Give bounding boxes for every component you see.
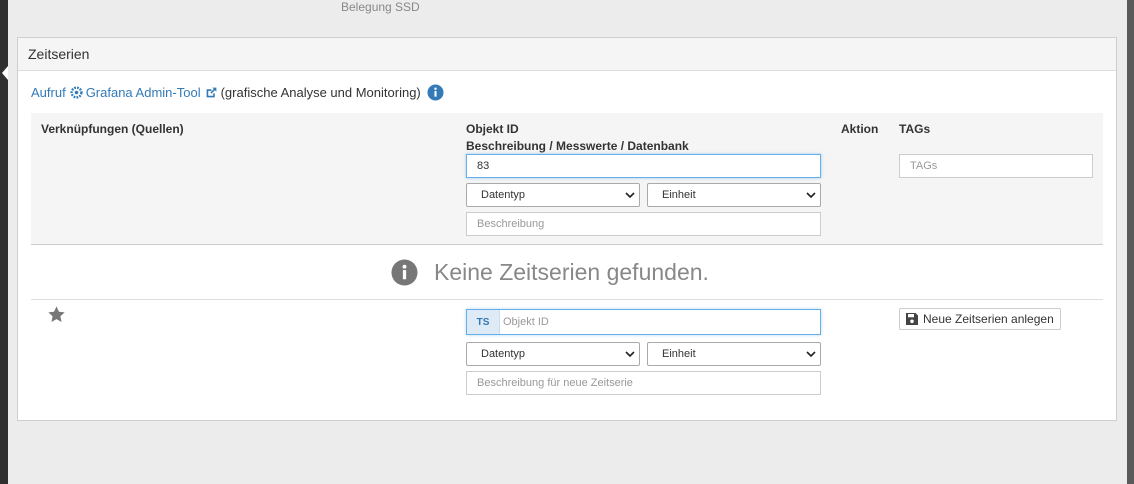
datentyp-selected: Datentyp <box>481 189 526 201</box>
info-icon[interactable] <box>427 84 444 101</box>
new-datentyp-selected: Datentyp <box>481 348 526 360</box>
chevron-down-icon <box>625 192 635 199</box>
datentyp-filter-select[interactable]: Datentyp <box>466 183 640 207</box>
einheit-filter-select[interactable]: Einheit <box>647 183 821 207</box>
beschreibung-filter-input[interactable] <box>466 212 821 236</box>
star-icon[interactable] <box>47 305 66 324</box>
empty-state: Keine Zeitserien gefunden. <box>391 259 709 286</box>
zeitserien-panel: Zeitserien Aufruf Grafana Admin-Tool (gr… <box>17 37 1117 421</box>
new-datentyp-select[interactable]: Datentyp <box>466 342 640 366</box>
new-timeseries-button-label: Neue Zeitserien anlegen <box>923 312 1054 326</box>
aufruf-description: (grafische Analyse und Monitoring) <box>220 85 421 100</box>
ts-addon-label: TS <box>467 310 500 334</box>
timeseries-filter-header: Verknüpfungen (Quellen) Objekt ID Beschr… <box>31 113 1103 245</box>
aufruf-link[interactable]: Aufruf <box>31 85 66 100</box>
header-aktion: Aktion <box>841 122 879 136</box>
einheit-selected: Einheit <box>662 189 696 201</box>
new-objekt-id-input[interactable] <box>500 310 820 334</box>
sidebar-toggle-arrow-icon[interactable] <box>2 66 8 80</box>
empty-state-text: Keine Zeitserien gefunden. <box>434 259 709 285</box>
panel-body: Aufruf Grafana Admin-Tool (grafische Ana… <box>18 38 1116 395</box>
previous-section-label: Belegung SSD <box>341 0 420 14</box>
left-sidebar-edge <box>0 0 8 484</box>
new-einheit-select[interactable]: Einheit <box>647 342 821 366</box>
info-icon <box>391 259 418 286</box>
grafana-call-line: Aufruf Grafana Admin-Tool (grafische Ana… <box>31 84 444 101</box>
grafana-admin-tool-link[interactable]: Grafana Admin-Tool <box>86 85 201 100</box>
header-description: Beschreibung / Messwerte / Datenbank <box>466 139 689 153</box>
chevron-down-icon <box>625 351 635 358</box>
tags-filter-input[interactable] <box>899 154 1093 178</box>
chevron-down-icon <box>806 351 816 358</box>
right-scrollbar[interactable] <box>1127 0 1134 484</box>
header-sources: Verknüpfungen (Quellen) <box>41 122 184 136</box>
new-timeseries-button[interactable]: Neue Zeitserien anlegen <box>899 308 1061 330</box>
new-beschreibung-input[interactable] <box>466 371 821 395</box>
header-tags: TAGs <box>899 122 931 136</box>
gear-icon <box>70 86 83 99</box>
header-objekt-id: Objekt ID <box>466 122 519 136</box>
new-objekt-id-group: TS <box>466 309 821 335</box>
objekt-id-filter-input[interactable] <box>466 154 821 178</box>
save-icon <box>906 313 918 325</box>
external-link-icon[interactable] <box>205 86 218 99</box>
chevron-down-icon <box>806 192 816 199</box>
new-einheit-selected: Einheit <box>662 348 696 360</box>
divider <box>31 299 1103 300</box>
